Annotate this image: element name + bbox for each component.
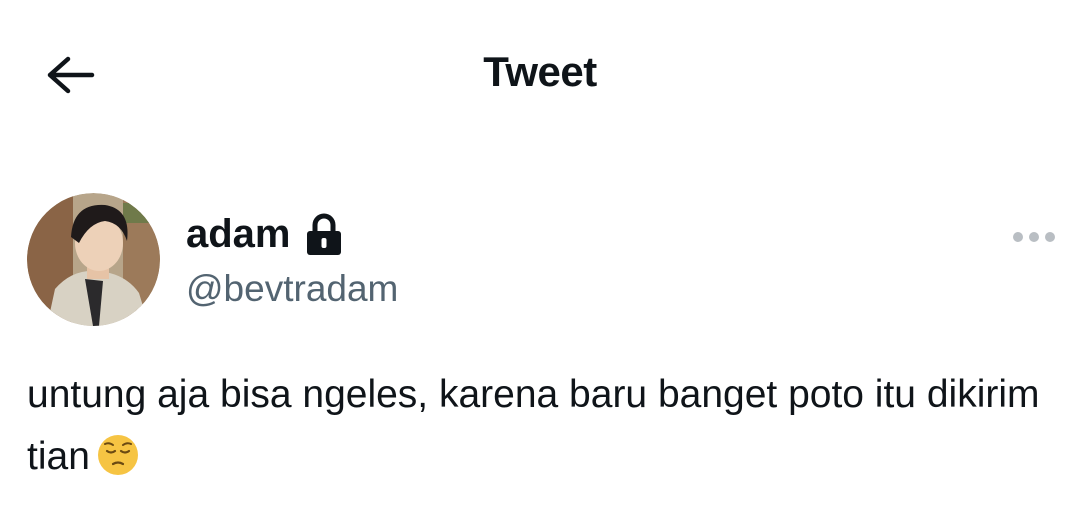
tweet-text: untung aja bisa ngeles, karena baru bang… — [27, 373, 1040, 478]
avatar[interactable] — [27, 193, 160, 326]
top-bar: Tweet — [0, 0, 1080, 150]
display-name: adam — [186, 212, 291, 256]
profile-photo — [27, 193, 160, 326]
page-title: Tweet — [483, 48, 597, 95]
author-name-row[interactable]: adam — [186, 208, 343, 260]
author-handle[interactable]: @bevtradam — [186, 264, 398, 314]
lock-icon — [306, 213, 341, 255]
pensive-face-emoji — [97, 435, 138, 475]
tweet-text-block: untung aja bisa ngeles, karena baru bang… — [27, 364, 1057, 488]
more-options-button[interactable] — [1008, 222, 1060, 252]
more-horizontal-icon — [1013, 232, 1055, 242]
